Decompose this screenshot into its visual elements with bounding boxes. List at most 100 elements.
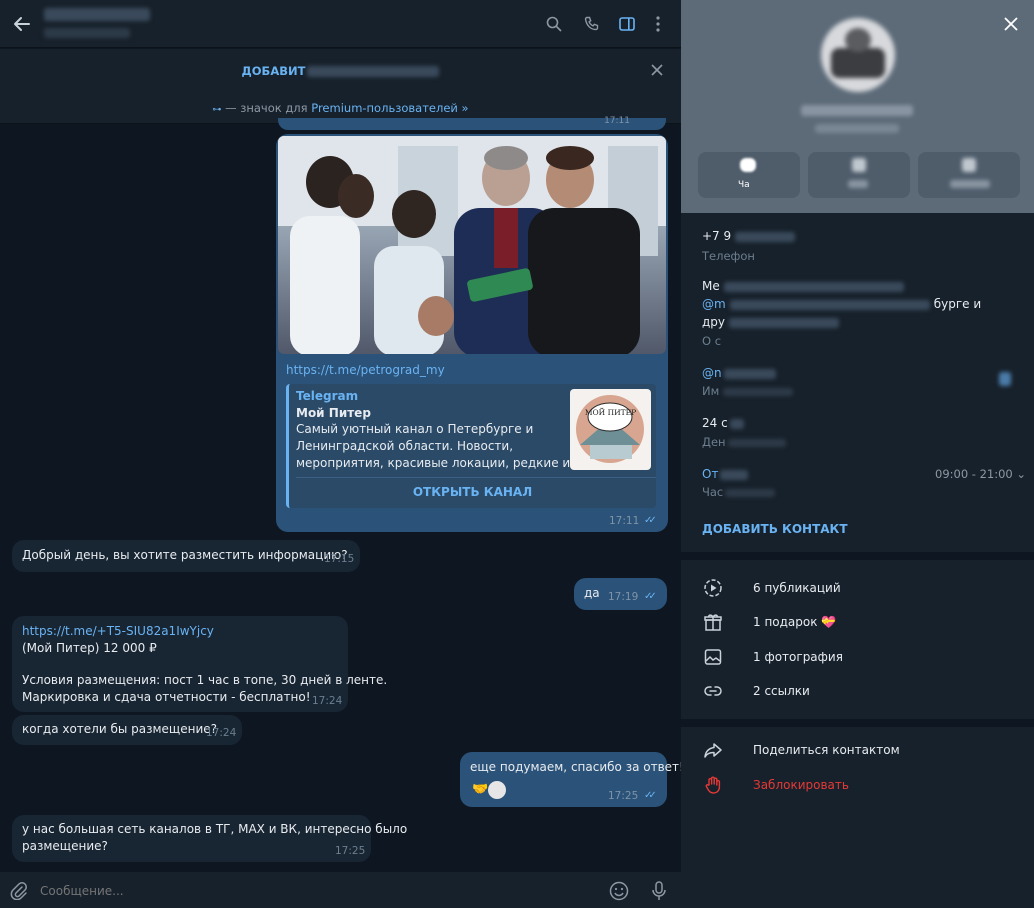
message-bubble-cut: 17:11 [278, 116, 666, 130]
phone-icon[interactable] [582, 14, 602, 34]
profile-header: Ча [681, 0, 1034, 213]
bio-line: Ме [702, 279, 904, 293]
close-icon[interactable] [648, 61, 666, 79]
block-hand-icon [703, 775, 723, 795]
emoji-icon[interactable] [608, 880, 630, 902]
chevron-down-icon: ⌄ [1016, 467, 1027, 481]
preview-description-line: мероприятия, красивые локации, редкие и … [296, 456, 593, 470]
preview-logo-text: МОЙ ПИТЕР [584, 408, 637, 417]
message-text: да [584, 586, 600, 600]
message-photo[interactable] [278, 136, 666, 354]
label-redacted [723, 387, 794, 396]
more-vertical-icon[interactable] [650, 14, 666, 34]
close-icon[interactable] [1001, 14, 1021, 34]
message-time: 17:25 [608, 790, 639, 802]
mute-action-button[interactable] [918, 152, 1020, 198]
share-icon [703, 740, 723, 760]
business-hours-value[interactable]: От [702, 467, 749, 481]
profile-status-redacted [815, 124, 899, 133]
action-icon-redacted [852, 158, 866, 172]
preview-thumbnail: МОЙ ПИТЕР [570, 389, 651, 470]
label-redacted [727, 438, 786, 447]
preview-site-name: Telegram [296, 389, 359, 403]
link-preview[interactable]: Telegram Мой Питер Самый уютный канал о … [286, 384, 656, 508]
birthday-label: Ден [702, 435, 786, 449]
message-time: 17:11 [604, 116, 630, 126]
stories-label: 6 публикаций [753, 581, 841, 595]
chat-title-redacted [44, 8, 150, 21]
double-check-icon: ✓✓ [644, 591, 657, 602]
message-input[interactable] [40, 880, 580, 902]
search-icon[interactable] [544, 14, 564, 34]
message-text: еще подумаем, спасибо за ответ! [470, 760, 684, 774]
message-time: 17:25 [335, 845, 366, 857]
message-link[interactable]: https://t.me/petrograd_my [286, 362, 445, 379]
message-text: размещение? [22, 839, 108, 853]
promo-subtitle: ⊶ — значок для Premium-пользователей » [0, 101, 681, 115]
message-time: 17:24 [206, 727, 237, 739]
birthday-value: 24 с [702, 416, 744, 430]
microphone-icon[interactable] [648, 880, 670, 902]
preview-divider [296, 477, 656, 478]
gift-icon [703, 612, 723, 632]
action-label-redacted [848, 180, 868, 188]
username-label-text: Им [702, 384, 720, 398]
call-action-button[interactable] [808, 152, 910, 198]
bio-line: @m бурге и [702, 297, 981, 311]
block-user-row[interactable]: Заблокировать [681, 771, 1034, 799]
action-label: Ча [738, 180, 750, 190]
bio-line: дру [702, 315, 840, 329]
premium-promo-banner[interactable]: ДОБАВИТ ⊶ — значок для Premium-пользоват… [0, 49, 681, 124]
share-contact-row[interactable]: Поделиться контактом [681, 736, 1034, 764]
hours-redacted [720, 469, 749, 480]
birthday-redacted [729, 418, 744, 429]
bio-mention-link[interactable]: @m [702, 297, 726, 311]
profile-panel: Ча +7 9 Телефон Ме @m бурге и дру О с @n … [681, 0, 1034, 908]
open-channel-button[interactable]: ОТКРЫТЬ КАНАЛ [289, 484, 656, 501]
sidebar-toggle-icon[interactable] [617, 14, 637, 34]
chat-status-redacted [44, 28, 130, 38]
promo-title-text: ДОБАВИТ [241, 64, 306, 78]
bio-redacted [729, 299, 930, 310]
message-action-button[interactable]: Ча [698, 152, 800, 198]
double-check-icon: ✓✓ [644, 790, 657, 801]
hours-range[interactable]: 09:00 - 21:00 ⌄ [935, 467, 1026, 481]
birthday-label-text: Ден [702, 435, 726, 449]
qr-code-icon[interactable] [999, 372, 1011, 386]
username-value[interactable]: @n [702, 366, 776, 380]
chat-header [0, 0, 681, 48]
promo-sub-prefix: — значок для [225, 101, 312, 115]
phone-value[interactable]: +7 9 [702, 229, 796, 243]
stories-row[interactable]: 6 публикаций [681, 574, 1034, 602]
bio-redacted [729, 317, 840, 328]
action-label-redacted [950, 180, 990, 188]
promo-title: ДОБАВИТ [0, 64, 681, 78]
message-link[interactable]: https://t.me/+T5-SIU82a1IwYjcy [22, 623, 214, 640]
avatar[interactable] [821, 18, 895, 92]
sticker-avatar-icon [488, 781, 506, 799]
heart-gift-icon: 💝 [821, 615, 837, 629]
username-label: Им [702, 384, 794, 398]
premium-link[interactable]: Premium-пользователей » [311, 101, 468, 115]
gifts-row[interactable]: 1 подарок 💝 [681, 608, 1034, 636]
hours-range-text: 09:00 - 21:00 [935, 467, 1013, 481]
add-contact-button[interactable]: ДОБАВИТЬ КОНТАКТ [702, 522, 848, 536]
chat-bubble-icon [740, 158, 756, 172]
photos-row[interactable]: 1 фотография [681, 643, 1034, 671]
double-check-icon: ✓✓ [644, 515, 657, 526]
profile-name-redacted [801, 105, 913, 116]
preview-title: Мой Питер [296, 406, 371, 420]
message-composer [0, 872, 681, 908]
label-redacted [725, 488, 776, 497]
attach-icon[interactable] [8, 880, 30, 902]
username-redacted [723, 368, 776, 379]
preview-description-line: Ленинградской области. Новости, [296, 439, 514, 453]
bio-line-text: дру [702, 315, 726, 329]
message-bubble-outgoing: еще подумаем, спасибо за ответ! 🤝 17:25 … [460, 752, 684, 807]
bio-line-text: Ме [702, 279, 720, 293]
section-divider [681, 552, 1034, 560]
arrow-left-icon[interactable] [10, 12, 34, 36]
gifts-label: 1 подарок 💝 [753, 615, 836, 629]
chat-area: ДОБАВИТ ⊶ — значок для Premium-пользоват… [0, 0, 684, 908]
links-row[interactable]: 2 ссылки [681, 677, 1034, 705]
